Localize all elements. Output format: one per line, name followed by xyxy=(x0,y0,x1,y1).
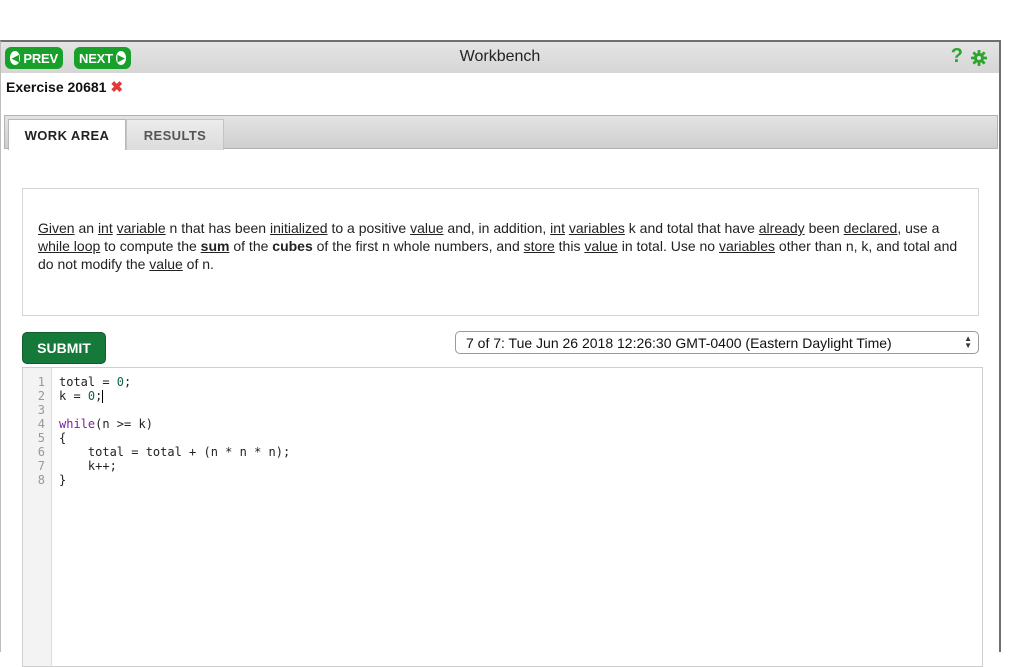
problem-text-segment: to a positive xyxy=(327,220,411,236)
top-toolbar: ◀ PREV NEXT ▶ Workbench ? xyxy=(1,42,999,73)
error-x-icon: ✖ xyxy=(110,79,124,96)
problem-text-segment: , use a xyxy=(897,220,940,236)
problem-text-segment[interactable]: int xyxy=(550,220,565,236)
tab-results[interactable]: RESULTS xyxy=(126,119,224,150)
tab-bar: WORK AREA RESULTS xyxy=(4,115,998,150)
code-line[interactable]: total = 0; xyxy=(59,375,131,389)
problem-text-segment: of n. xyxy=(182,256,214,272)
exercise-id: Exercise 20681 xyxy=(6,79,107,95)
problem-text-segment[interactable]: while loop xyxy=(38,238,100,254)
gear-icon[interactable] xyxy=(971,50,987,66)
code-editor[interactable]: 1 total = 0; 2 k = 0; 3 4 while(n >= k) 5 {6 tot… xyxy=(22,367,983,667)
problem-text-segment: n that has been xyxy=(165,220,270,236)
problem-text-segment[interactable]: sum xyxy=(201,238,230,254)
problem-text-segment[interactable]: already xyxy=(759,220,805,236)
problem-text-segment[interactable]: variables xyxy=(569,220,625,236)
line-number: 4 xyxy=(37,417,45,431)
problem-text-segment[interactable]: store xyxy=(524,238,555,254)
help-icon[interactable]: ? xyxy=(951,45,963,68)
submit-button[interactable]: SUBMIT xyxy=(22,332,106,364)
problem-text-segment: cubes xyxy=(272,238,313,254)
submission-select-value: 7 of 7: Tue Jun 26 2018 12:26:30 GMT-040… xyxy=(466,334,892,351)
problem-text-segment: of the xyxy=(229,238,273,254)
line-number: 7 xyxy=(37,459,45,473)
code-line[interactable]: } xyxy=(59,473,66,487)
line-number: 1 xyxy=(37,375,45,389)
problem-text-segment[interactable]: declared xyxy=(844,220,898,236)
code-line[interactable]: while(n >= k) xyxy=(59,417,153,431)
text-cursor xyxy=(102,390,104,403)
line-number: 5 xyxy=(37,431,45,445)
problem-text-segment[interactable]: value xyxy=(410,220,443,236)
problem-text-segment[interactable]: value xyxy=(584,238,617,254)
problem-text-segment: an xyxy=(74,220,98,236)
line-number: 2 xyxy=(37,389,45,403)
code-line[interactable]: total = total + (n * n * n); xyxy=(59,445,290,459)
problem-text-segment: to compute the xyxy=(100,238,201,254)
workbench-frame: ◀ PREV NEXT ▶ Workbench ? Exercise 20681… xyxy=(0,40,1001,667)
problem-statement: Given an int variable n that has been in… xyxy=(22,188,979,316)
problem-text-segment[interactable]: int xyxy=(98,220,113,236)
problem-text-segment: in total. Use no xyxy=(617,238,719,254)
code-line[interactable]: k = 0; xyxy=(59,389,104,403)
problem-text-segment[interactable]: variable xyxy=(117,220,166,236)
problem-text-segment: k and total that have xyxy=(624,220,759,236)
problem-text-segment[interactable]: variables xyxy=(719,238,775,254)
code-line[interactable]: { xyxy=(59,431,66,445)
line-number: 8 xyxy=(37,473,45,487)
submission-select[interactable]: 7 of 7: Tue Jun 26 2018 12:26:30 GMT-040… xyxy=(455,331,979,354)
exercise-label: Exercise 20681 ✖ xyxy=(6,78,123,96)
code-line[interactable]: k++; xyxy=(59,459,117,473)
problem-text-segment[interactable]: Given xyxy=(38,220,75,236)
problem-text-segment: this xyxy=(554,238,585,254)
problem-text-segment[interactable]: value xyxy=(149,256,182,272)
problem-text-segment: of the first n whole numbers, and xyxy=(312,238,524,254)
tab-work-area[interactable]: WORK AREA xyxy=(8,119,126,150)
select-arrows-icon: ▲ ▼ xyxy=(964,334,972,350)
window-title: Workbench xyxy=(459,48,541,65)
problem-text-segment: been xyxy=(804,220,844,236)
line-number: 3 xyxy=(37,403,45,417)
problem-text-segment[interactable]: initialized xyxy=(270,220,328,236)
problem-text-segment: and, in addition, xyxy=(443,220,551,236)
line-number: 6 xyxy=(37,445,45,459)
